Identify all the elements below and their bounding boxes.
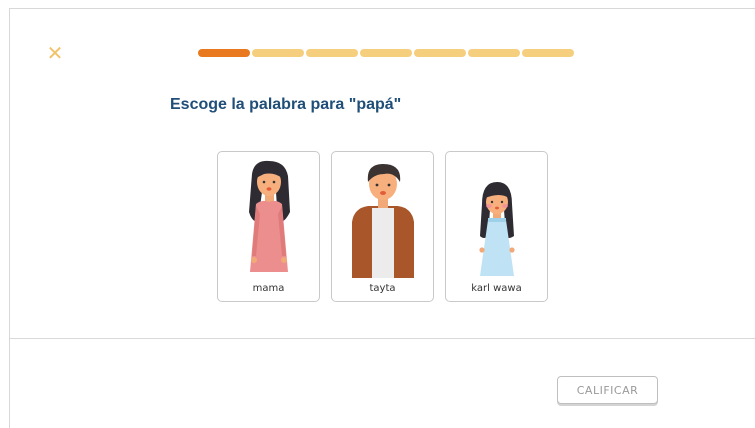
progress-segment: [198, 49, 250, 57]
progress-segment: [360, 49, 412, 57]
progress-segment: [306, 49, 358, 57]
option-label: tayta: [369, 283, 396, 294]
footer-divider: [9, 338, 755, 339]
question-prompt: Escoge la palabra para "papá": [170, 96, 402, 113]
progress-segment: [468, 49, 520, 57]
submit-button[interactable]: CALIFICAR: [557, 376, 658, 404]
progress-segment: [522, 49, 574, 57]
option-label: mama: [252, 283, 285, 294]
answer-options: mama tayta karl wawa: [217, 151, 548, 302]
option-card-mama[interactable]: mama: [217, 151, 320, 302]
progress-bar: [198, 49, 574, 57]
progress-segment: [252, 49, 304, 57]
woman-illustration: [249, 160, 290, 272]
close-icon[interactable]: ✕: [46, 43, 64, 63]
option-card-karl-wawa[interactable]: karl wawa: [445, 151, 548, 302]
girl-illustration: [479, 182, 515, 276]
option-card-tayta[interactable]: tayta: [331, 151, 434, 302]
man-illustration: [352, 164, 414, 278]
progress-segment: [414, 49, 466, 57]
option-label: karl wawa: [471, 283, 522, 294]
